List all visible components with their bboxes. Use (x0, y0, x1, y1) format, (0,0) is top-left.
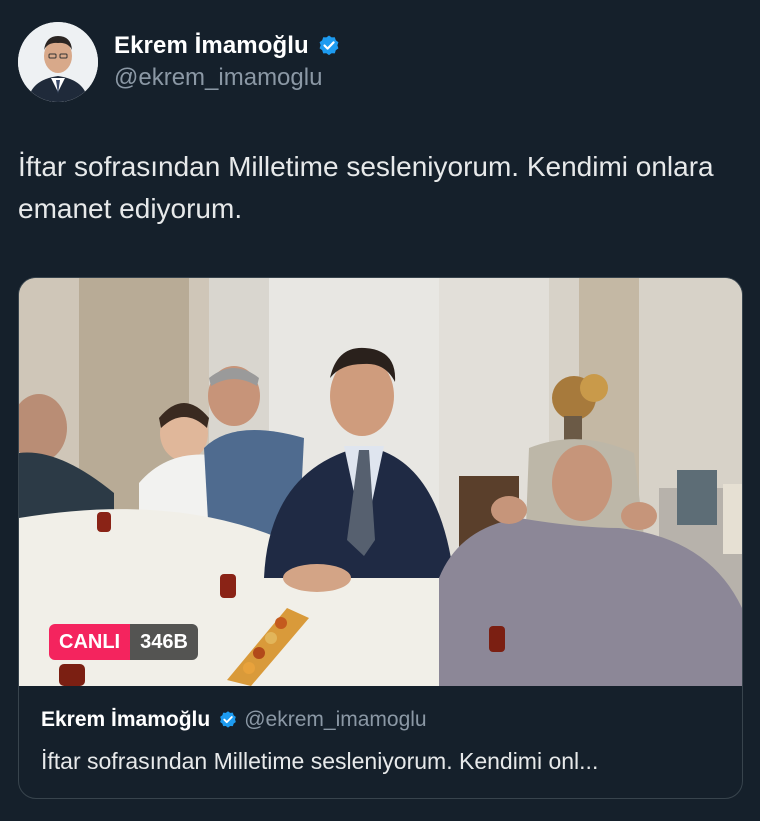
author-handle[interactable]: @ekrem_imamoglu (114, 64, 341, 92)
embedded-post-meta: Ekrem İmamoğlu @ekrem_imamoglu İftar sof… (41, 708, 731, 775)
embedded-post-card[interactable]: CANLI 346B Ekrem İmamoğlu @ekrem_imamogl… (18, 277, 743, 799)
embed-handle[interactable]: @ekrem_imamoglu (244, 708, 426, 732)
embed-display-name[interactable]: Ekrem İmamoğlu (41, 708, 210, 732)
live-label: CANLI (49, 624, 131, 660)
tweet-text: İftar sofrasından Milletime sesleniyorum… (18, 151, 714, 224)
author-display-name[interactable]: Ekrem İmamoğlu (114, 32, 309, 60)
tweet-header: Ekrem İmamoğlu @ekrem_imamoglu (18, 22, 341, 102)
embed-text-preview: İftar sofrasından Milletime sesleniyorum… (41, 748, 599, 774)
avatar[interactable] (18, 22, 98, 102)
verified-badge-icon (317, 34, 341, 58)
live-badge: CANLI 346B (49, 624, 198, 660)
verified-badge-icon (218, 710, 238, 730)
viewer-count: 346B (130, 624, 198, 660)
